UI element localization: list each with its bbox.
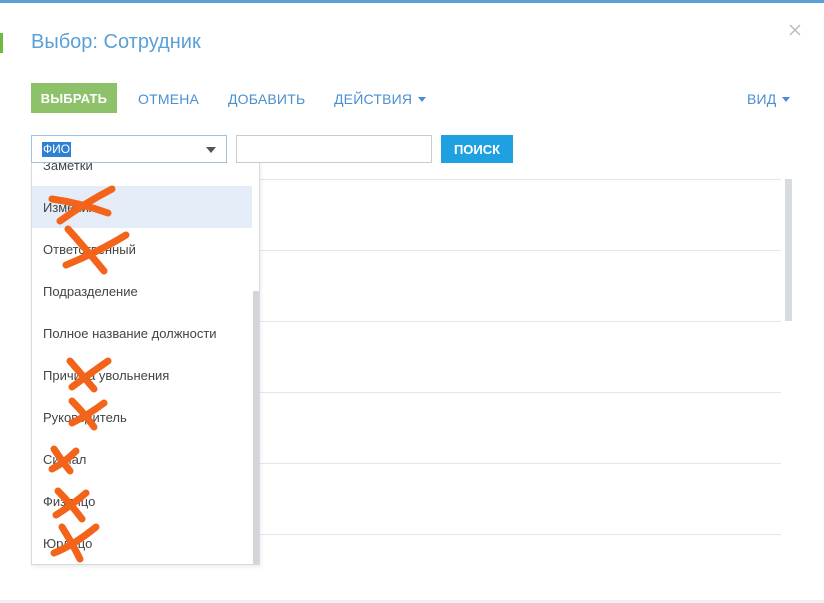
actions-button-label: ДЕЙСТВИЯ [334, 91, 413, 107]
dropdown-scrollbar[interactable] [253, 291, 259, 564]
search-input[interactable] [236, 135, 432, 163]
dropdown-item[interactable]: Физлицо [32, 480, 252, 522]
close-icon[interactable] [787, 22, 803, 38]
search-field-value: ФИО [42, 142, 72, 157]
add-button[interactable]: ДОБАВИТЬ [228, 91, 305, 107]
dropdown-item[interactable]: Заметки [32, 163, 252, 186]
view-menu-button[interactable]: ВИД [747, 91, 791, 107]
select-button[interactable]: ВЫБРАТЬ [31, 83, 117, 113]
select-employee-dialog: Выбор: Сотрудник ВЫБРАТЬ ОТМЕНА ДОБАВИТЬ… [0, 0, 824, 600]
dropdown-item[interactable]: Юрлицо [32, 522, 252, 564]
cancel-button[interactable]: ОТМЕНА [138, 91, 199, 107]
search-field-select[interactable]: ФИО [31, 135, 227, 163]
chevron-down-icon [418, 97, 427, 102]
cancel-button-label: ОТМЕНА [138, 91, 200, 107]
dropdown-item[interactable]: Изменил [32, 186, 252, 228]
field-dropdown-list: Заметки Изменил Ответственный Подразделе… [31, 163, 260, 565]
add-button-label: ДОБАВИТЬ [228, 91, 306, 107]
dropdown-item[interactable]: Причина увольнения [32, 354, 252, 396]
search-button[interactable]: ПОИСК [441, 135, 513, 163]
view-button-label: ВИД [747, 91, 777, 107]
chevron-down-icon [782, 97, 791, 102]
select-button-label: ВЫБРАТЬ [40, 90, 108, 106]
results-scrollbar[interactable] [785, 179, 792, 321]
search-button-label: ПОИСК [453, 141, 501, 157]
dropdown-item[interactable]: Подразделение [32, 270, 252, 312]
dropdown-item[interactable]: Руководитель [32, 396, 252, 438]
actions-menu-button[interactable]: ДЕЙСТВИЯ [334, 91, 427, 107]
dropdown-item[interactable]: Ответственный [32, 228, 252, 270]
dropdown-item[interactable]: Полное название должности [32, 312, 252, 354]
dialog-title: Выбор: Сотрудник [31, 31, 201, 53]
chevron-down-icon[interactable] [206, 147, 216, 153]
dropdown-item[interactable]: Сигнал [32, 438, 252, 480]
background-accent-strip [0, 33, 3, 53]
